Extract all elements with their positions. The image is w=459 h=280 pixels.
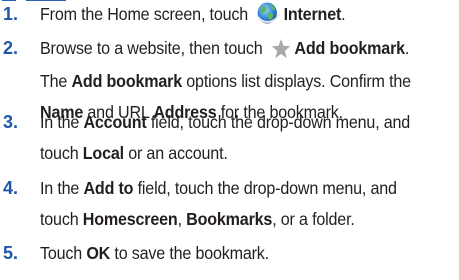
text: The <box>40 71 72 91</box>
step-number: 4. <box>3 178 19 198</box>
step-5-line-1: Touch OK to save the bookmark. <box>40 240 269 266</box>
text: . <box>404 38 410 58</box>
text: options list displays. Confirm the <box>181 71 411 91</box>
text: , or a folder. <box>272 209 355 229</box>
text: to save the bookmark. <box>110 243 269 263</box>
text: touch <box>40 209 83 229</box>
step-3-line-1: In the Account field, touch the drop-dow… <box>40 109 410 135</box>
bold-text: Account <box>83 112 147 132</box>
bold-text: Bookmarks <box>186 209 273 229</box>
step-4-line-2: touch Homescreen, Bookmarks, or a folder… <box>40 206 355 232</box>
step-3-line-2: touch Local or an account. <box>40 140 228 166</box>
text: field, touch the drop-down menu, and <box>133 178 397 198</box>
bold-text: Local <box>82 143 124 163</box>
globe-icon <box>256 1 280 32</box>
text: or an account. <box>123 143 228 163</box>
text: touch <box>40 143 83 163</box>
step-number: 1. <box>3 4 19 24</box>
text: In the <box>40 112 84 132</box>
step-2-line-1: Browse to a website, then touch Add book… <box>40 35 409 66</box>
bold-text: OK <box>86 243 111 263</box>
text: From the Home screen, touch <box>40 4 253 24</box>
star-icon <box>270 38 290 66</box>
step-number: 5. <box>3 243 19 263</box>
step-number: 3. <box>3 112 19 132</box>
step-number: 2. <box>3 38 19 58</box>
bold-text: Internet <box>283 4 342 24</box>
bold-text: Add bookmark <box>71 71 182 91</box>
text: Browse to a website, then touch <box>40 38 267 58</box>
step-4-line-1: In the Add to field, touch the drop-down… <box>40 175 397 201</box>
text: . <box>341 4 346 24</box>
bold-text: Homescreen <box>82 209 178 229</box>
step-1-line-1: From the Home screen, touch Internet. <box>40 1 346 32</box>
bold-text: Add to <box>83 178 134 198</box>
bold-text: Add bookmark <box>294 38 405 58</box>
text: field, touch the drop-down menu, and <box>146 112 411 132</box>
text: Touch <box>40 243 87 263</box>
text: In the <box>40 178 84 198</box>
text: , <box>177 209 187 229</box>
step-2-line-2: The Add bookmark options list displays. … <box>40 68 411 94</box>
